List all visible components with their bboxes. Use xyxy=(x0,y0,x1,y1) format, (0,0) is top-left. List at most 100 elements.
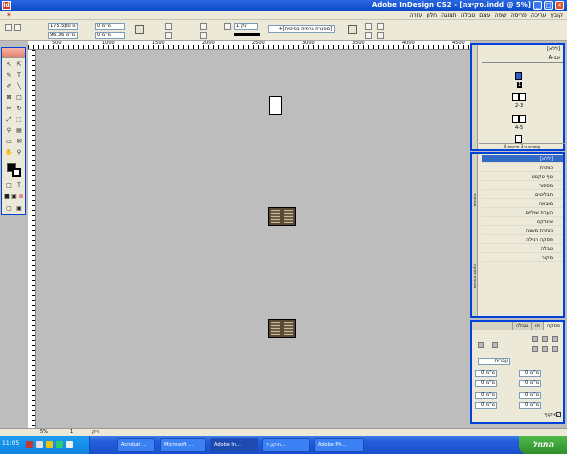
justify-icon[interactable] xyxy=(478,342,484,348)
style-item[interactable]: כותרת משנה xyxy=(482,227,563,235)
space-field[interactable]: 0 מ"מ xyxy=(519,392,541,399)
rotate-tool-icon[interactable]: ↻ xyxy=(15,105,23,113)
style-item[interactable]: תבליטים xyxy=(482,191,563,199)
gradient-tool-icon[interactable]: ▤ xyxy=(15,127,23,135)
tab-table[interactable]: טבלה xyxy=(511,322,531,330)
style-item[interactable]: אינדקס xyxy=(482,218,563,226)
task-indesign[interactable]: Adobe In... xyxy=(210,438,258,452)
button-tool-icon[interactable]: ▭ xyxy=(5,138,13,146)
x-position-field[interactable]: 175.5p0 מ"מ xyxy=(48,23,78,30)
menu-edit[interactable]: עריכה xyxy=(531,11,547,20)
start-button[interactable]: התחל xyxy=(519,436,567,454)
stroke-weight-field[interactable]: 1 נק' xyxy=(234,23,258,30)
close-button[interactable]: × xyxy=(555,1,564,10)
page-1-panel-thumb[interactable] xyxy=(515,72,522,80)
style-item[interactable]: כותרת xyxy=(482,164,563,172)
spread-2-3[interactable] xyxy=(268,207,296,226)
formatting-container-icon[interactable]: □ xyxy=(5,182,13,190)
line-tool-icon[interactable]: ╲ xyxy=(15,83,23,91)
frame-fitting-icon[interactable] xyxy=(348,25,357,34)
scissors-tool-icon[interactable]: ✂ xyxy=(5,105,13,113)
menu-table[interactable]: טבלה xyxy=(461,11,476,20)
hand-tool-icon[interactable]: ✋ xyxy=(5,149,13,157)
align-icon[interactable] xyxy=(492,342,498,348)
rectangle-tool-icon[interactable]: □ xyxy=(15,94,23,102)
select-content-icon[interactable] xyxy=(365,32,372,39)
indent-field[interactable]: 0 מ"מ xyxy=(519,370,541,377)
pencil-tool-icon[interactable]: ✐ xyxy=(5,83,13,91)
object-style-field[interactable]: [מסגרת גרפית בסיסית]+ xyxy=(268,25,335,33)
tab-paragraph[interactable]: פסקה xyxy=(542,322,563,330)
justify-left-icon[interactable] xyxy=(552,346,558,352)
normal-view-icon[interactable]: ▢ xyxy=(5,205,13,213)
zoom-level[interactable]: 5% xyxy=(40,429,48,435)
spread-4-5[interactable] xyxy=(268,319,296,338)
preview-view-icon[interactable]: ▣ xyxy=(15,205,23,213)
style-item[interactable]: מקור xyxy=(482,254,563,262)
menu-file[interactable]: קובץ xyxy=(550,11,563,20)
direct-selection-tool-icon[interactable]: ⇱ xyxy=(15,61,23,69)
pen-tool-icon[interactable]: ✎ xyxy=(5,72,13,80)
align-right-icon[interactable] xyxy=(532,336,538,342)
rotate-icon[interactable] xyxy=(165,23,172,30)
style-item[interactable]: פסקה רגילה xyxy=(482,236,563,244)
page-3-panel-thumb[interactable] xyxy=(519,93,526,101)
type-tool-icon[interactable]: T xyxy=(15,72,23,80)
stroke-type-line[interactable] xyxy=(234,33,260,36)
tray-network-icon[interactable] xyxy=(36,441,43,448)
scale-tool-icon[interactable]: ⤢ xyxy=(5,116,13,124)
height-field[interactable]: 0 מ"מ xyxy=(95,32,125,39)
reference-grid-icon[interactable] xyxy=(14,24,21,31)
tab-character[interactable]: תו xyxy=(531,322,543,330)
menu-layout[interactable]: פריסה xyxy=(511,11,527,20)
flip-horizontal-icon[interactable] xyxy=(200,23,207,30)
align-center-icon[interactable] xyxy=(542,336,548,342)
shear-icon[interactable] xyxy=(165,32,172,39)
constrain-proportions-icon[interactable] xyxy=(135,25,144,34)
tray-app-icon[interactable] xyxy=(26,441,33,448)
minimize-button[interactable]: _ xyxy=(533,1,542,10)
menu-view[interactable]: תצוגה xyxy=(441,11,457,20)
formatting-text-icon[interactable]: T xyxy=(15,182,23,190)
select-container-icon[interactable] xyxy=(365,23,372,30)
style-item[interactable]: הערת שוליים xyxy=(482,209,563,217)
page-2-panel-thumb[interactable] xyxy=(512,93,519,101)
page-number[interactable]: 1 xyxy=(70,429,73,435)
dropcap-field[interactable]: 0 מ"מ xyxy=(475,402,497,409)
free-transform-tool-icon[interactable]: ⬚ xyxy=(15,116,23,124)
align-left-icon[interactable] xyxy=(552,336,558,342)
width-field[interactable]: 0 מ"מ xyxy=(95,23,125,30)
indent-field[interactable]: 0 מ"מ xyxy=(475,370,497,377)
hyphenate-checkbox[interactable]: ✓ xyxy=(556,412,561,417)
page-4-panel-thumb[interactable] xyxy=(512,115,519,123)
task-acrobat[interactable]: Acrobat ... xyxy=(117,438,155,452)
tray-language-icon[interactable] xyxy=(66,441,73,448)
style-item[interactable]: [ללא] xyxy=(482,155,563,163)
y-position-field[interactable]: 96.36 מ"מ xyxy=(48,32,78,39)
pasteboard[interactable] xyxy=(37,50,470,438)
zoom-tool-icon[interactable]: ⚲ xyxy=(15,149,23,157)
menu-object[interactable]: עצם xyxy=(479,11,490,20)
language-dropdown[interactable]: עברית xyxy=(478,358,510,365)
previous-object-icon[interactable] xyxy=(377,23,384,30)
selection-tool-icon[interactable]: ↖ xyxy=(5,61,13,69)
page-5-panel-thumb[interactable] xyxy=(519,115,526,123)
apply-none-icon[interactable]: ⊘ xyxy=(17,193,25,201)
menu-help[interactable]: עזרה xyxy=(409,11,422,20)
indent-field[interactable]: 0 מ"מ xyxy=(475,380,497,387)
flip-vertical-icon[interactable] xyxy=(200,32,207,39)
menu-window[interactable]: חלון xyxy=(426,11,437,20)
space-field[interactable]: 0 מ"מ xyxy=(475,392,497,399)
toolbox-grip[interactable] xyxy=(2,48,25,58)
justify-right-icon[interactable] xyxy=(532,346,538,352)
task-photoshop[interactable]: Adobe Ph... xyxy=(314,438,364,452)
side-tab-styles[interactable]: סגנונות xyxy=(472,194,478,206)
justify-center-icon[interactable] xyxy=(542,346,548,352)
reference-point-icon[interactable] xyxy=(5,24,12,31)
fill-swatch-icon[interactable] xyxy=(224,23,231,30)
eyedropper-tool-icon[interactable]: ⚲ xyxy=(5,127,13,135)
stroke-color-swatch[interactable] xyxy=(12,168,21,177)
style-item[interactable]: מספור xyxy=(482,182,563,190)
task-document[interactable]: תיקון ד... xyxy=(262,438,310,452)
maximize-button[interactable]: □ xyxy=(544,1,553,10)
